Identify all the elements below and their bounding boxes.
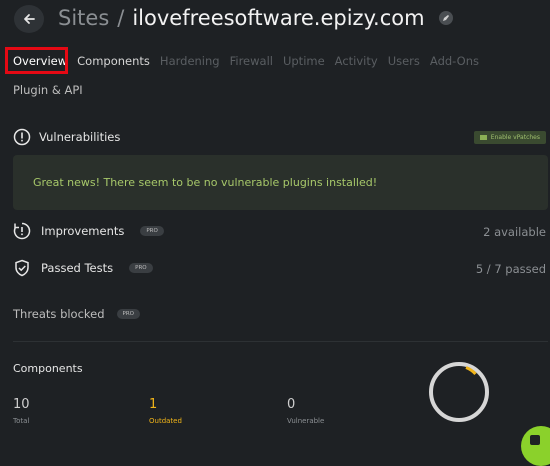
alert-circle-icon — [13, 128, 31, 146]
threats-blocked-label: Threats blocked — [13, 307, 105, 321]
section-divider — [13, 341, 548, 342]
components-title: Components — [13, 362, 83, 375]
improvements-value: 2 available — [483, 225, 546, 239]
tab-firewall[interactable]: Firewall — [230, 54, 273, 68]
stat-total-label: Total — [13, 417, 30, 425]
improvements-icon — [13, 222, 31, 240]
site-domain: ilovefreesoftware.epizy.com — [132, 6, 425, 30]
pencil-icon — [442, 15, 449, 21]
pro-badge: PRO — [129, 263, 153, 273]
back-button[interactable] — [14, 5, 44, 33]
banner-text: Great news! There seem to be no vulnerab… — [33, 176, 378, 189]
enable-vpatches-button[interactable]: Enable vPatches — [473, 131, 546, 144]
pro-badge: PRO — [116, 309, 141, 319]
sites-breadcrumb[interactable]: Sites — [58, 6, 109, 30]
passed-tests-row[interactable]: Passed Tests PRO — [13, 259, 153, 277]
arrow-left-icon — [24, 14, 35, 24]
edit-site-button[interactable] — [438, 11, 453, 25]
vulnerabilities-title: Vulnerabilities — [39, 130, 121, 144]
tab-components[interactable]: Components — [77, 54, 150, 68]
shield-check-icon — [15, 259, 29, 277]
stat-outdated[interactable]: 1 Outdated — [149, 397, 182, 425]
tab-hardening[interactable]: Hardening — [160, 54, 220, 68]
stat-total: 10 Total — [13, 397, 30, 425]
tab-activity[interactable]: Activity — [335, 54, 378, 68]
overview-highlight-box — [5, 47, 68, 74]
no-vulnerabilities-banner: Great news! There seem to be no vulnerab… — [13, 155, 548, 210]
tab-users[interactable]: Users — [388, 54, 420, 68]
vulnerabilities-header: Vulnerabilities — [13, 128, 120, 146]
pro-badge: PRO — [140, 226, 164, 236]
breadcrumb-separator: / — [117, 6, 125, 30]
stat-vulnerable-value: 0 — [287, 397, 296, 412]
improvements-row[interactable]: Improvements PRO — [13, 222, 164, 240]
stat-outdated-label: Outdated — [149, 417, 182, 425]
page-title: Sites / ilovefreesoftware.epizy.com — [58, 6, 453, 30]
threats-blocked-row[interactable]: Threats blocked PRO — [13, 307, 141, 321]
tab-plugin-api[interactable]: Plugin & API — [13, 83, 83, 97]
tab-add-ons[interactable]: Add-Ons — [430, 54, 479, 68]
chat-icon — [530, 435, 540, 445]
passed-tests-label: Passed Tests — [41, 261, 114, 275]
stat-vulnerable: 0 Vulnerable — [287, 397, 324, 425]
improvements-label: Improvements — [41, 224, 125, 238]
stat-vulnerable-label: Vulnerable — [287, 417, 325, 425]
stat-outdated-value: 1 — [149, 397, 158, 412]
passed-tests-value: 5 / 7 passed — [475, 262, 546, 276]
floating-action-button[interactable] — [521, 426, 550, 466]
tab-uptime[interactable]: Uptime — [283, 54, 325, 68]
tab-bar: Overview Components Hardening Firewall U… — [13, 54, 479, 68]
vpatch-icon — [479, 135, 487, 140]
vpatch-label: Enable vPatches — [490, 134, 540, 141]
components-ring-chart — [429, 362, 489, 422]
stat-total-value: 10 — [13, 397, 30, 412]
